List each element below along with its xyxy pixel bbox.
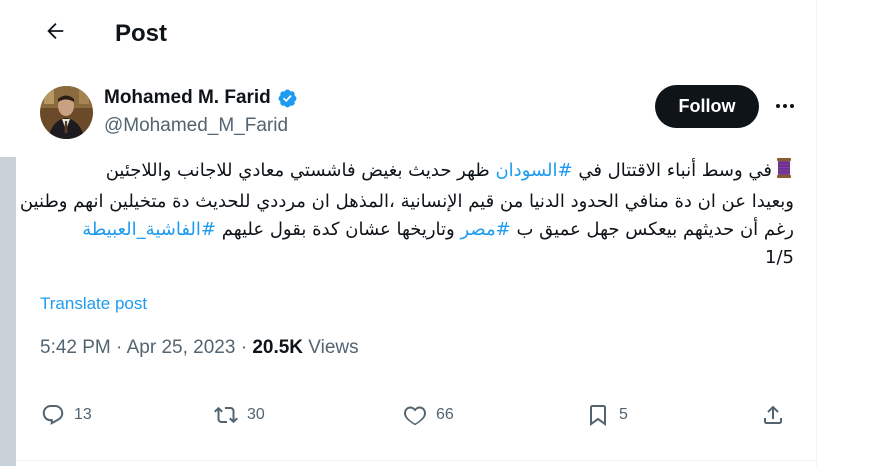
like-icon — [402, 402, 428, 428]
divider — [16, 460, 816, 461]
reply-count: 13 — [74, 406, 92, 423]
avatar[interactable] — [40, 86, 93, 139]
header: Post — [16, 0, 816, 68]
post-line-1: في وسط أنباء الاقتتال في #السودان ظهر حد… — [40, 157, 794, 188]
back-arrow-icon — [44, 20, 66, 47]
author-name[interactable]: Mohamed M. Farid — [104, 86, 298, 110]
hashtag-link[interactable]: #مصر — [460, 219, 510, 240]
like-button[interactable]: 66 — [402, 395, 454, 435]
bookmark-icon — [585, 402, 611, 428]
repost-icon — [213, 402, 239, 428]
author-handle[interactable]: @Mohamed_M_Farid — [104, 114, 288, 138]
post-line-2: وبعيدا عن ان دة منافي الحدود الدنيا من ق… — [19, 191, 794, 212]
verified-badge-icon[interactable] — [277, 88, 298, 109]
scrollbar-track[interactable] — [0, 0, 16, 466]
more-options-button[interactable] — [772, 92, 798, 118]
post-meta: 5:42 PM · Apr 25, 2023 · 20.5K Views — [40, 337, 359, 358]
back-button[interactable] — [40, 18, 70, 48]
post-time[interactable]: 5:42 PM — [40, 337, 111, 358]
thread-emoji-icon — [774, 157, 794, 188]
like-count: 66 — [436, 406, 454, 423]
post-text: في وسط أنباء الاقتتال في #السودان ظهر حد… — [19, 157, 794, 272]
views-label: Views — [303, 337, 359, 358]
page-title: Post — [115, 20, 168, 47]
post-line-4: 1/5 — [765, 247, 794, 268]
scrollbar-thumb[interactable] — [0, 157, 16, 466]
reply-button[interactable]: 13 — [40, 395, 92, 435]
translate-post-link[interactable]: Translate post — [40, 293, 147, 315]
author-name-text: Mohamed M. Farid — [104, 87, 271, 108]
repost-button[interactable]: 30 — [213, 395, 265, 435]
hashtag-link[interactable]: #الفاشية_العبيطة — [82, 219, 216, 240]
post-column: Post Mohamed M. Farid @Mohamed_M_Farid F… — [16, 0, 817, 466]
bookmark-count: 5 — [619, 406, 628, 423]
share-button[interactable] — [760, 395, 786, 435]
share-icon — [760, 402, 786, 428]
action-bar: 13 30 66 5 — [40, 395, 794, 435]
repost-count: 30 — [247, 406, 265, 423]
post-line-3: رغم أن حديثهم بيعكس جهل عميق ب #مصر وتار… — [82, 219, 794, 240]
hashtag-link[interactable]: #السودان — [495, 160, 572, 181]
follow-button[interactable]: Follow — [655, 85, 759, 128]
views-count: 20.5K — [252, 337, 304, 358]
post-date[interactable]: Apr 25, 2023 — [127, 337, 236, 358]
bookmark-button[interactable]: 5 — [585, 395, 628, 435]
reply-icon — [40, 402, 66, 428]
more-options-icon — [775, 96, 795, 114]
